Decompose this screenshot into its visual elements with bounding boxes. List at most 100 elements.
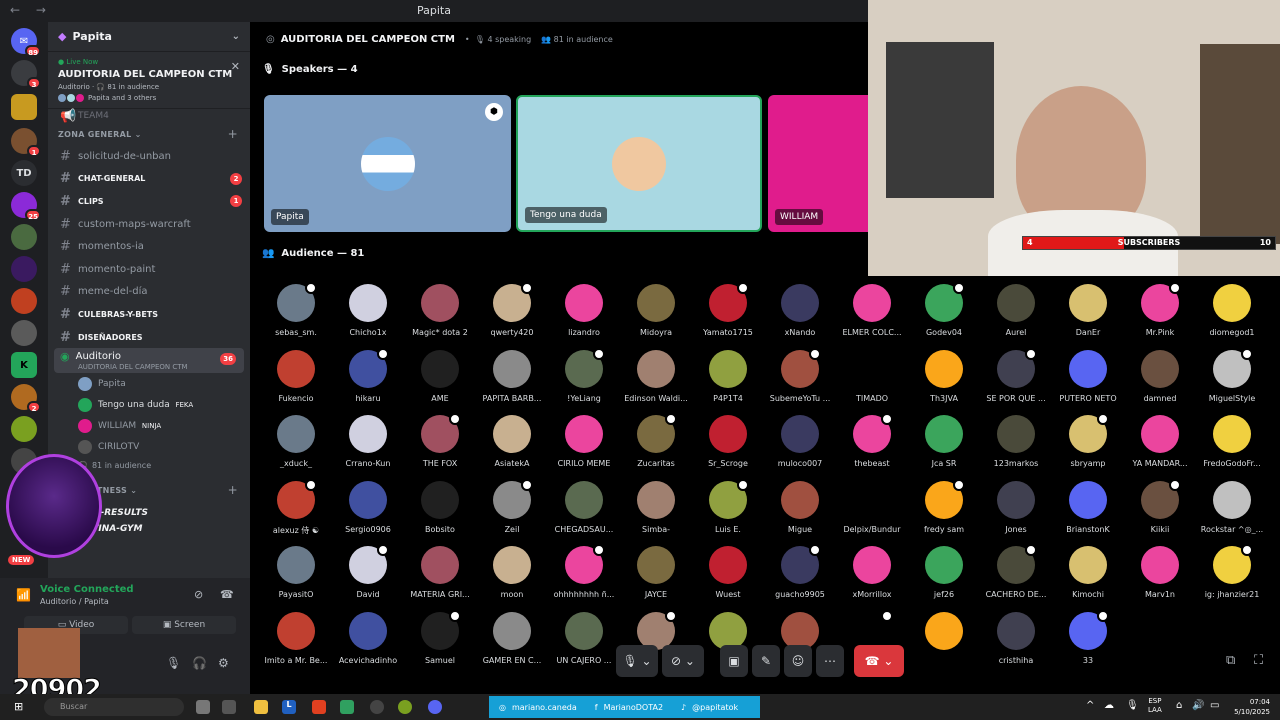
- audience-member[interactable]: Mr.Pink: [1124, 282, 1196, 337]
- channel-item[interactable]: # custom-maps-warcraft: [48, 213, 250, 236]
- channel-item[interactable]: # CHAT-GENERAL 2: [48, 168, 250, 191]
- audience-member[interactable]: P4P1T4: [692, 349, 764, 403]
- audience-member[interactable]: Jones: [980, 480, 1052, 534]
- camera-toggle-button[interactable]: ⊘ ⌄: [662, 645, 704, 677]
- audience-member[interactable]: Delpix/Bundur: [836, 480, 908, 534]
- server-icon[interactable]: [11, 224, 37, 250]
- mic-tray-icon[interactable]: 🎙: [1126, 700, 1139, 711]
- audience-member[interactable]: Crrano-Kun: [332, 415, 404, 468]
- audience-member[interactable]: PAPITA BARB...: [476, 349, 548, 403]
- add-channel-icon[interactable]: +: [228, 483, 238, 497]
- channel-item[interactable]: # solicitud-de-unban: [48, 145, 250, 168]
- audience-member[interactable]: Godev04: [908, 282, 980, 337]
- channel-item[interactable]: # DISEÑADORES: [48, 326, 250, 349]
- mic-toggle-button[interactable]: 🎙 ⌄: [616, 645, 658, 677]
- server-icon-td[interactable]: TD: [11, 160, 37, 186]
- audience-member[interactable]: qwerty420: [476, 282, 548, 337]
- audience-member[interactable]: Chicho1x: [332, 284, 404, 337]
- screen-share-icon[interactable]: ▣: [720, 645, 748, 677]
- voice-user[interactable]: Tengo una duda FEKA: [48, 394, 250, 415]
- audience-member[interactable]: Edinson Waldi...: [620, 349, 692, 403]
- noise-suppression-icon[interactable]: ⊘: [194, 588, 203, 601]
- speaker-tile[interactable]: WILLIAM: [768, 95, 868, 232]
- mic-icon[interactable]: 🎙: [166, 656, 181, 670]
- audience-member[interactable]: ELMER COLC...: [836, 284, 908, 337]
- more-icon[interactable]: ⋯: [816, 645, 844, 677]
- audience-member[interactable]: Rockstar ^◎_...: [1196, 480, 1268, 534]
- speaker-tile[interactable]: ⬢ Papita: [264, 95, 511, 232]
- audience-member[interactable]: Fukencio: [260, 349, 332, 403]
- add-channel-icon[interactable]: +: [228, 127, 238, 141]
- kick-server-icon[interactable]: K: [11, 352, 37, 378]
- audience-member[interactable]: David: [332, 544, 404, 599]
- channel-item[interactable]: # meme-del-día: [48, 281, 250, 304]
- server-icon[interactable]: 25: [11, 192, 41, 221]
- fullscreen-icon[interactable]: ⛶: [1254, 653, 1263, 668]
- app-icon[interactable]: [398, 700, 412, 714]
- direct-messages-icon[interactable]: ✉ 89: [11, 28, 41, 57]
- channel-item[interactable]: # CULEBRAS-Y-BETS: [48, 303, 250, 326]
- voice-user[interactable]: Papita: [48, 373, 250, 394]
- audience-member[interactable]: jef26: [908, 546, 980, 599]
- popout-icon[interactable]: ⧉: [1226, 653, 1235, 668]
- channel-item[interactable]: # momentos-ia: [48, 235, 250, 258]
- audience-member[interactable]: Sr_Scroge: [692, 415, 764, 468]
- audience-member[interactable]: cristhiha: [980, 611, 1052, 665]
- app-icon[interactable]: [222, 700, 236, 714]
- audience-member[interactable]: [908, 611, 980, 656]
- audience-member[interactable]: SE POR QUE ...: [980, 347, 1052, 403]
- audience-member[interactable]: Kimochi: [1052, 546, 1124, 599]
- server-icon[interactable]: 3: [11, 60, 41, 89]
- tray-chevron-icon[interactable]: ^: [1086, 700, 1094, 711]
- file-explorer-icon[interactable]: [254, 700, 268, 714]
- chevron-down-icon[interactable]: ⌄: [232, 31, 240, 42]
- audience-member[interactable]: hikaru: [332, 347, 404, 403]
- audience-member[interactable]: DanEr: [1052, 284, 1124, 337]
- audience-member[interactable]: moon: [476, 546, 548, 599]
- brave-icon[interactable]: [312, 700, 326, 714]
- audience-member[interactable]: FredoGodoFr...: [1196, 415, 1268, 468]
- audience-member[interactable]: PayasitO: [260, 546, 332, 599]
- server-header[interactable]: ◆ Papita ⌄: [48, 22, 250, 52]
- audience-member[interactable]: JAYCE: [620, 546, 692, 599]
- channel-item[interactable]: # CLIPS 1: [48, 190, 250, 213]
- app-icon[interactable]: [340, 700, 354, 714]
- language-indicator[interactable]: ESP LAA: [1148, 697, 1162, 715]
- audience-member[interactable]: Imito a Mr. Be...: [260, 611, 332, 665]
- category-zona-general[interactable]: ZONA GENERAL ⌄ +: [48, 123, 250, 145]
- audience-member[interactable]: Sergio0906: [332, 480, 404, 534]
- server-icon[interactable]: [11, 416, 37, 442]
- obs-icon[interactable]: [370, 700, 384, 714]
- server-icon[interactable]: [11, 320, 37, 346]
- audience-member[interactable]: Magic* dota 2: [404, 284, 476, 337]
- voice-user[interactable]: CIRILOTV: [48, 436, 250, 457]
- audience-member[interactable]: Kiikii: [1124, 478, 1196, 534]
- audience-member[interactable]: Aurel: [980, 284, 1052, 337]
- audience-member[interactable]: damned: [1124, 349, 1196, 403]
- audience-member[interactable]: thebeast: [836, 413, 908, 468]
- audience-member[interactable]: xMorrillox: [836, 546, 908, 599]
- disconnect-icon[interactable]: ☎: [220, 588, 234, 601]
- audience-member[interactable]: Acevichadinho: [332, 611, 404, 665]
- task-view-icon[interactable]: [196, 700, 210, 714]
- audience-member[interactable]: Luis E.: [692, 478, 764, 534]
- close-icon[interactable]: ✕: [231, 60, 240, 73]
- windows-start-icon[interactable]: ⊞: [14, 700, 23, 713]
- audience-member[interactable]: UN CAJERO ...: [548, 611, 620, 665]
- audience-member[interactable]: ig: jhanzier21: [1196, 544, 1268, 599]
- voice-user[interactable]: WILLIAM NINJA: [48, 415, 250, 436]
- audience-member[interactable]: Simba-: [620, 480, 692, 534]
- audience-member[interactable]: muloco007: [764, 415, 836, 468]
- cloud-icon[interactable]: ☁: [1104, 700, 1114, 711]
- app-l-icon[interactable]: L: [282, 700, 296, 714]
- channel-item[interactable]: # momento-paint: [48, 258, 250, 281]
- audience-member[interactable]: Migue: [764, 480, 836, 534]
- discord-icon[interactable]: [428, 700, 442, 714]
- audience-member[interactable]: MiguelStyle: [1196, 347, 1268, 403]
- headphones-icon[interactable]: 🎧: [192, 656, 207, 670]
- audience-member[interactable]: Jca SR: [908, 415, 980, 468]
- audience-member[interactable]: Zeil: [476, 478, 548, 534]
- server-icon[interactable]: [11, 288, 37, 314]
- audience-member[interactable]: 33: [1052, 609, 1124, 665]
- audience-member[interactable]: AME: [404, 349, 476, 403]
